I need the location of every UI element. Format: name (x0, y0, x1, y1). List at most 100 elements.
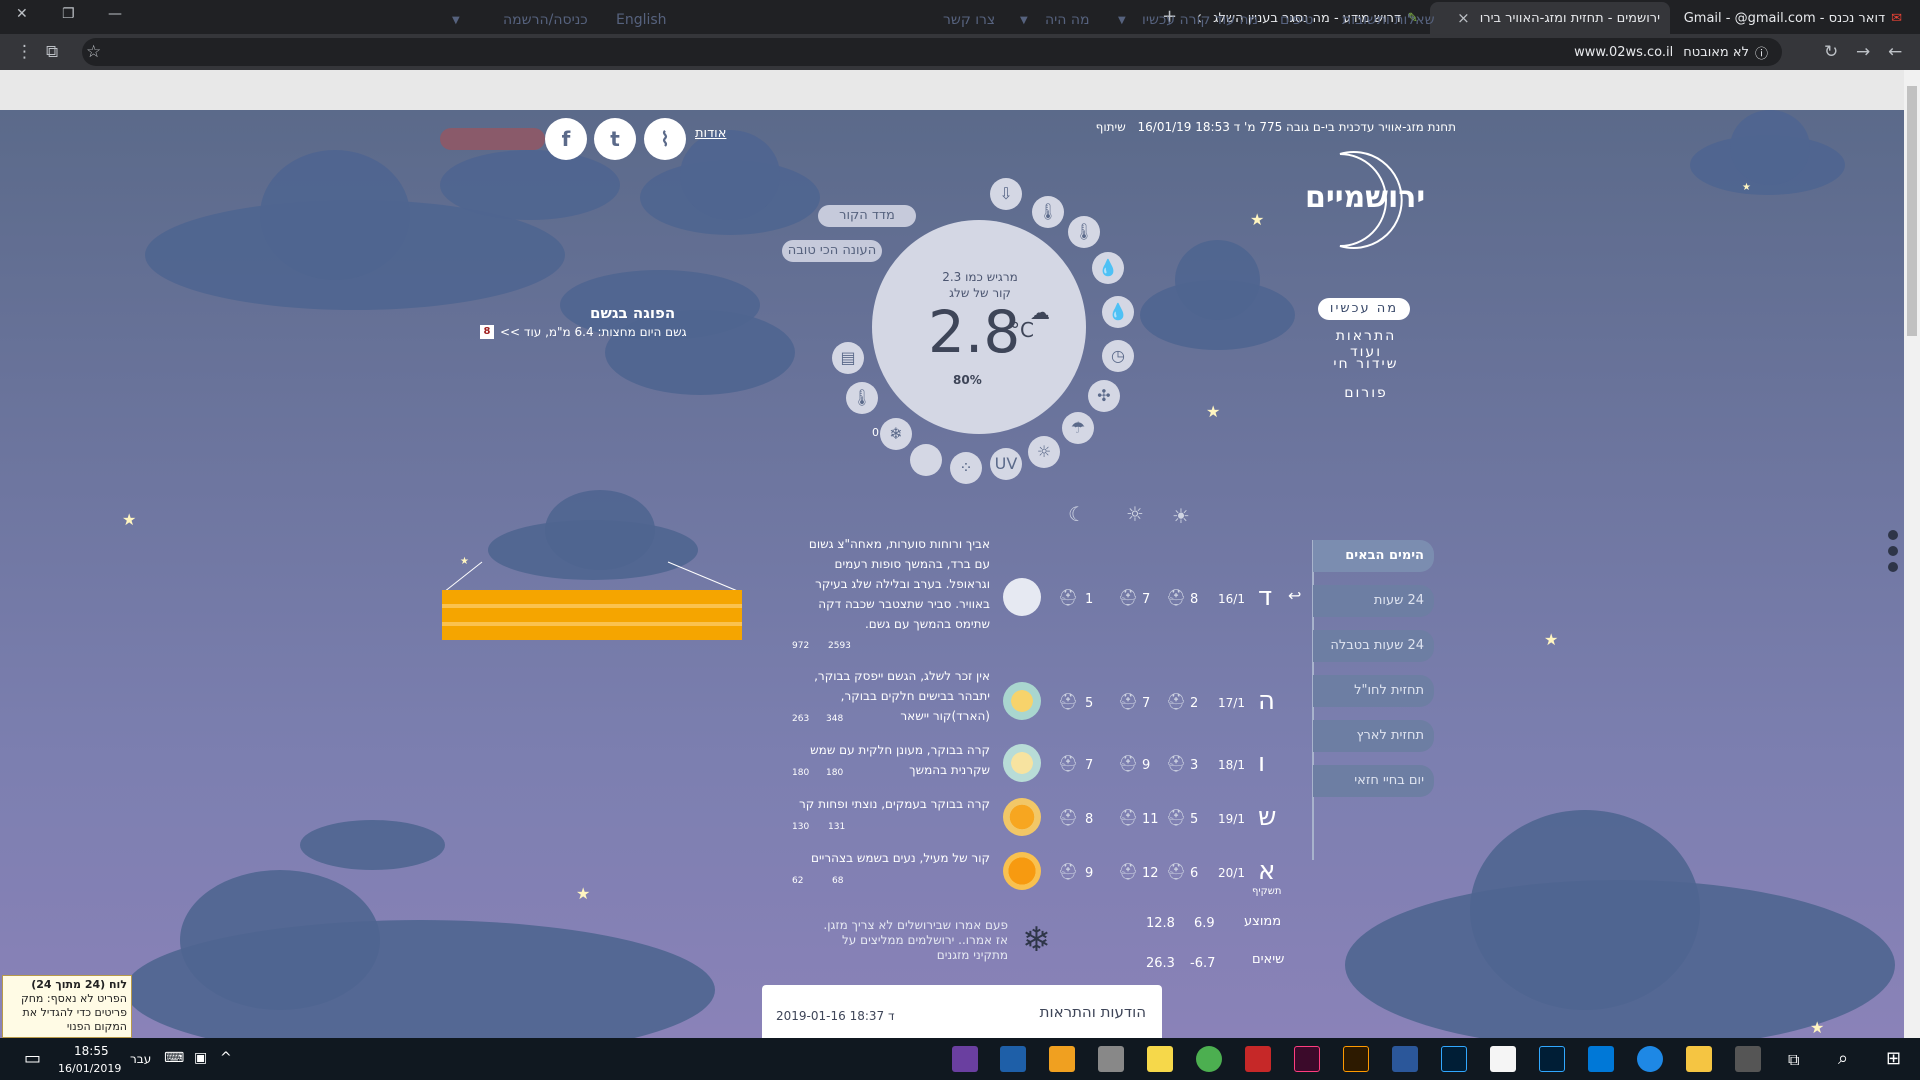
alert-bar[interactable] (440, 128, 545, 150)
winrar-icon[interactable] (952, 1046, 978, 1072)
search-icon[interactable]: ⌕ (1838, 1048, 1848, 1069)
info-icon[interactable]: ⓘ (1755, 43, 1768, 62)
tab-gmail[interactable]: ✉ דואר נכנס - Gmail - ‎@gmail.com × (1672, 2, 1912, 34)
clipboard-notification[interactable]: לוח (24 מתוך 24) הפריט לא נאסף: מחק פריט… (2, 975, 132, 1038)
snow-off-icon[interactable]: ❄ (880, 418, 912, 450)
extension-icon[interactable]: ⧉ (46, 42, 58, 62)
tab-country-forecast[interactable]: תחזית לארץ (1313, 720, 1434, 752)
twitter-icon[interactable]: t (594, 118, 636, 160)
thermometer-icon[interactable]: 🌡 (1068, 216, 1100, 248)
menu-live[interactable]: שידור חי (1320, 356, 1412, 372)
rain-cloud-icon[interactable]: ☂ (1062, 412, 1094, 444)
nav-contact[interactable]: צרו קשר (943, 12, 995, 28)
likes-count[interactable]: 131 (828, 822, 845, 832)
chrome-icon[interactable] (1196, 1046, 1222, 1072)
indesign-icon[interactable] (1294, 1046, 1320, 1072)
tab-24-hours[interactable]: 24 שעות (1313, 585, 1434, 617)
tab-close-icon[interactable]: × (1457, 9, 1470, 27)
about-link[interactable]: אודות (695, 126, 726, 141)
start-windows-icon[interactable]: ⊞ (1886, 1048, 1901, 1069)
menu-now-button[interactable]: מה עכשיו (1318, 298, 1410, 320)
forward-icon[interactable]: → (1856, 42, 1870, 62)
facebook-icon[interactable]: f (545, 118, 587, 160)
bookmark-star-icon[interactable]: ☆ (86, 42, 101, 62)
close-window-icon[interactable]: ✕ (16, 6, 28, 22)
tab-02ws[interactable]: ירושמים - תחזית ומזג-האוויר בירו × (1430, 2, 1670, 34)
rss-icon[interactable]: ⌇ (644, 118, 686, 160)
day-sun-icon[interactable]: ☼ (1126, 502, 1144, 526)
sun-radiation-icon[interactable]: ☼ (1028, 436, 1060, 468)
notices-card[interactable]: הודעות והתראות ד 18:37 2019-01-16 (762, 985, 1162, 1038)
show-hidden-icons[interactable]: ^ (220, 1050, 232, 1066)
acrobat-icon[interactable] (1245, 1046, 1271, 1072)
night-moon-icon[interactable]: ☾ (1068, 502, 1086, 526)
task-view-icon[interactable]: ⧉ (1788, 1050, 1799, 1070)
blank-indicator-icon[interactable] (910, 444, 942, 476)
file-explorer-icon[interactable] (1686, 1046, 1712, 1072)
language-indicator[interactable]: עבר (130, 1052, 151, 1066)
reload-icon[interactable]: ↻ (1824, 42, 1838, 62)
door-icon[interactable]: ▤ (832, 342, 864, 374)
likes-count[interactable]: 68 (832, 876, 843, 886)
likes-count[interactable]: 348 (826, 714, 843, 724)
wind-chill-button[interactable]: מדד הקור (818, 205, 916, 227)
humidity-drop-icon[interactable]: 💧 (1092, 252, 1124, 284)
taskbar-time[interactable]: 18:55 (74, 1044, 109, 1058)
dropdown-arrow-icon[interactable]: ▼ (1118, 15, 1126, 26)
word-icon[interactable] (1392, 1046, 1418, 1072)
taskbar-date[interactable]: 16/01/2019 (58, 1062, 121, 1075)
photoshop-icon[interactable] (1441, 1046, 1467, 1072)
notepad-icon[interactable] (1098, 1046, 1124, 1072)
refresh-icon[interactable]: ↩ (1288, 586, 1301, 605)
tab-abroad-forecast[interactable]: תחזית לחו"ל (1313, 675, 1434, 707)
tab-forecaster-day[interactable]: יום בחיי חזאי (1313, 765, 1434, 797)
yellow-banner[interactable] (442, 590, 742, 640)
restore-window-icon[interactable]: ❐ (62, 6, 75, 22)
dislikes-count[interactable]: 263 (792, 714, 809, 724)
nav-qa[interactable]: שאלות ותשובות (1342, 12, 1435, 28)
dislikes-count[interactable]: 180 (792, 768, 809, 778)
carousel-dot[interactable] (1888, 562, 1898, 572)
keyboard-icon[interactable]: ⌨ (164, 1050, 184, 1066)
nav-history[interactable]: מה היה (1045, 12, 1090, 28)
wind-fan-icon[interactable]: ✣ (1088, 380, 1120, 412)
sticky-notes-icon[interactable] (1147, 1046, 1173, 1072)
tab-next-days[interactable]: הימים הבאים (1313, 540, 1434, 572)
dew-drop-icon[interactable]: 💧 (1102, 296, 1134, 328)
nav-login[interactable]: כניסה/הרשמה (503, 12, 588, 28)
dislikes-count[interactable]: 972 (792, 641, 809, 651)
rain-text[interactable]: גשם היום מחצות: 6.4 מ"מ, עוד >> (500, 325, 687, 339)
scrollbar-thumb[interactable] (1907, 86, 1917, 336)
share-link[interactable]: שיתוף (1096, 120, 1126, 134)
likes-count[interactable]: 180 (826, 768, 843, 778)
edge-icon[interactable] (1637, 1046, 1663, 1072)
dust-icon[interactable]: ⁘ (950, 452, 982, 484)
nav-english[interactable]: English (616, 12, 667, 28)
store-icon[interactable] (1588, 1046, 1614, 1072)
carousel-dot[interactable] (1888, 530, 1898, 540)
nav-more-now[interactable]: מה עוד קורה עכשיו (1142, 12, 1258, 28)
temperature-icon[interactable]: 🌡 (1032, 196, 1064, 228)
tab-24-hours-table[interactable]: 24 שעות בטבלה (1313, 630, 1434, 662)
best-season-button[interactable]: העונה הכי טובה (782, 240, 882, 262)
briefcase-icon[interactable] (1049, 1046, 1075, 1072)
sunrise-icon[interactable]: ☀ (1172, 504, 1190, 528)
dropdown-arrow-icon[interactable]: ▼ (1020, 15, 1028, 26)
site-logo-text[interactable]: ירושמיים (1305, 180, 1425, 215)
minimize-window-icon[interactable]: — (108, 6, 122, 22)
nav-tips[interactable]: טיפים (1280, 12, 1313, 28)
carousel-dot[interactable] (1888, 546, 1898, 556)
illustrator-icon[interactable] (1343, 1046, 1369, 1072)
menu-forum[interactable]: פורום (1320, 385, 1412, 401)
pressure-icon[interactable]: ⇩ (990, 178, 1022, 210)
soil-thermometer-icon[interactable]: 🌡 (846, 382, 878, 414)
uv-icon[interactable]: UV (990, 448, 1022, 480)
dislikes-count[interactable]: 130 (792, 822, 809, 832)
menu-kebab-icon[interactable]: ⋮ (16, 42, 33, 62)
network-icon[interactable]: ▣ (194, 1050, 207, 1066)
tab-close-icon[interactable]: × (1672, 9, 1674, 27)
photoshop-2-icon[interactable] (1539, 1046, 1565, 1072)
dropdown-arrow-icon[interactable]: ▼ (452, 15, 460, 26)
back-icon[interactable]: ← (1888, 42, 1902, 62)
calculator-icon[interactable] (1735, 1046, 1761, 1072)
